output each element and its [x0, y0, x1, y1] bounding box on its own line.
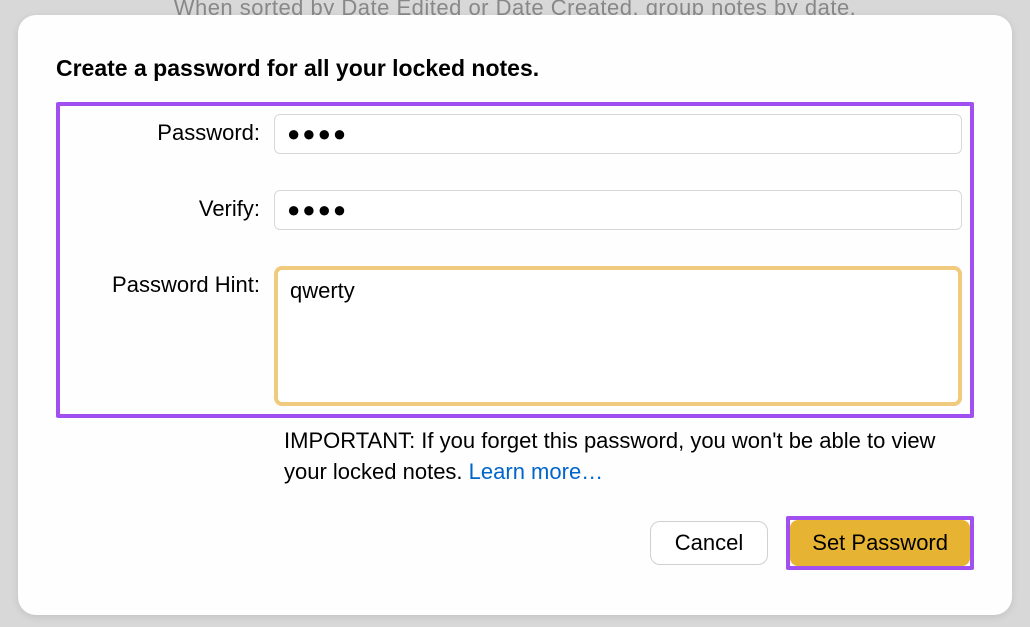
button-row: Cancel Set Password: [56, 516, 974, 570]
cancel-button[interactable]: Cancel: [650, 521, 768, 565]
password-label: Password:: [68, 114, 274, 146]
verify-input[interactable]: [274, 190, 962, 230]
verify-label: Verify:: [68, 190, 274, 222]
hint-row: Password Hint:: [68, 266, 962, 406]
important-note: IMPORTANT: If you forget this password, …: [284, 426, 974, 488]
dialog-title: Create a password for all your locked no…: [56, 55, 974, 82]
password-input[interactable]: [274, 114, 962, 154]
password-dialog: Create a password for all your locked no…: [18, 15, 1012, 615]
verify-row: Verify:: [68, 190, 962, 230]
important-text-content: IMPORTANT: If you forget this password, …: [284, 428, 935, 484]
hint-textarea[interactable]: [274, 266, 962, 406]
password-row: Password:: [68, 114, 962, 154]
form-highlight-area: Password: Verify: Password Hint:: [56, 102, 974, 418]
hint-label: Password Hint:: [68, 266, 274, 298]
set-password-highlight: Set Password: [786, 516, 974, 570]
learn-more-link[interactable]: Learn more…: [469, 459, 604, 484]
set-password-button[interactable]: Set Password: [790, 520, 970, 566]
